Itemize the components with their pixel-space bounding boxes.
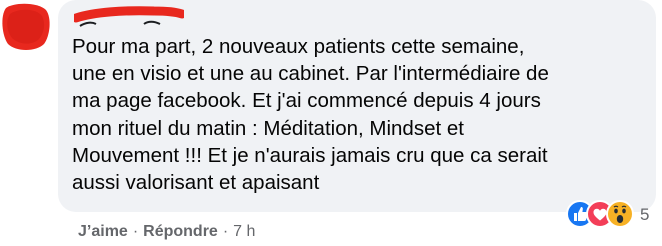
comment-text: Pour ma part, 2 nouveaux patients cette …	[72, 35, 549, 195]
reaction-count: 5	[640, 205, 650, 224]
wow-icon	[606, 200, 634, 228]
reactions-summary[interactable]: 5	[566, 198, 649, 232]
separator-dot: ·	[222, 223, 229, 240]
timestamp-link[interactable]: 7 h	[233, 223, 255, 241]
reaction-icons	[566, 199, 638, 231]
comment-container: Pour ma part, 2 nouveaux patients cette …	[0, 0, 662, 246]
comment-actions: J’aime · Répondre · 7 h	[78, 220, 255, 244]
avatar-redacted[interactable]	[0, 0, 52, 54]
author-name-redacted[interactable]	[74, 4, 184, 32]
comment-bubble: Pour ma part, 2 nouveaux patients cette …	[58, 0, 656, 212]
separator-dot: ·	[132, 223, 139, 240]
like-button[interactable]: J’aime	[78, 223, 128, 241]
reply-button[interactable]: Répondre	[143, 223, 218, 241]
